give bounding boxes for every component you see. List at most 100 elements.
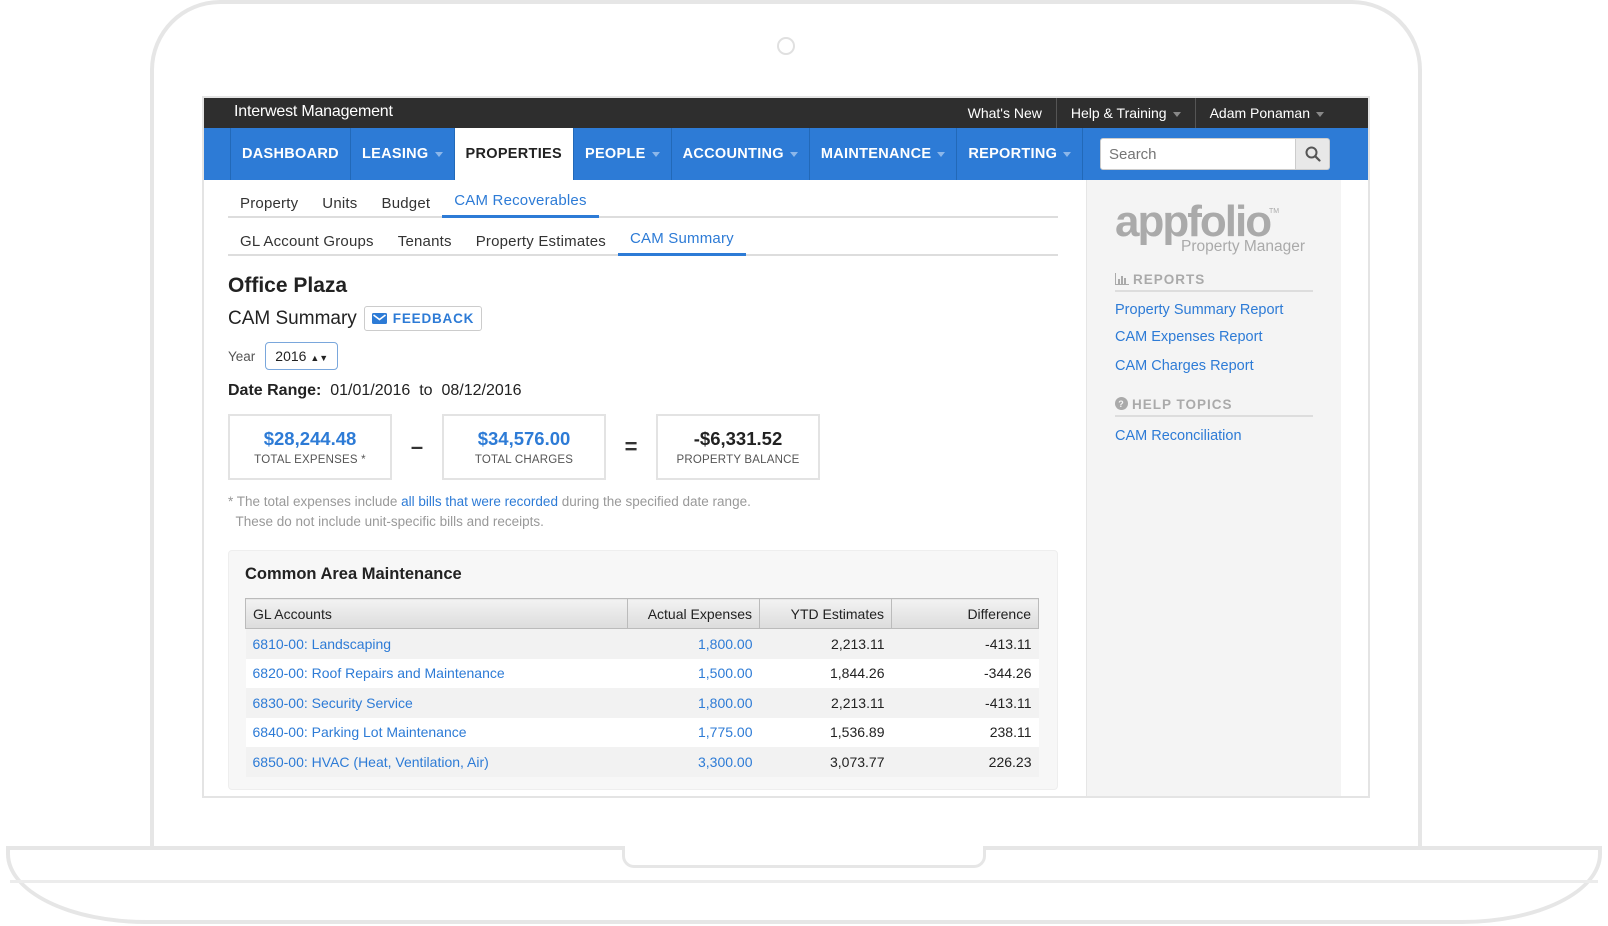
- laptop-base-edge: [10, 880, 1598, 883]
- actual-expenses-link[interactable]: 1,500.00: [698, 665, 753, 681]
- user-name: Adam Ponaman: [1209, 105, 1310, 121]
- secondary-tabs: GL Account Groups Tenants Property Estim…: [228, 218, 1058, 256]
- year-value: 2016: [275, 348, 307, 364]
- gl-account-link-cell: 6840-00: Parking Lot Maintenance: [245, 717, 628, 747]
- nav-properties[interactable]: PROPERTIES: [454, 128, 574, 180]
- ytd-estimate-cell: 2,213.11: [759, 688, 892, 718]
- nav-label: MAINTENANCE: [820, 146, 932, 162]
- date-to: 08/12/2016: [441, 382, 522, 399]
- actual-expenses-link[interactable]: 3,300.00: [698, 754, 753, 770]
- actual-expenses-link[interactable]: 1,775.00: [698, 724, 753, 740]
- tab-tenants[interactable]: Tenants: [386, 233, 464, 256]
- gl-account-link[interactable]: 6820-00: Roof Repairs and Maintenance: [253, 665, 505, 681]
- tab-budget[interactable]: Budget: [369, 195, 442, 218]
- nav-label: PEOPLE: [584, 146, 646, 162]
- tab-cam-summary[interactable]: CAM Summary: [618, 230, 746, 256]
- total-expenses-label: TOTAL EXPENSES *: [254, 454, 366, 466]
- actual-expenses-link[interactable]: 1,800.00: [698, 695, 753, 711]
- ytd-estimate-cell: 1,844.26: [759, 658, 892, 688]
- link-cam-charges-report[interactable]: CAM Charges Report: [1115, 358, 1254, 374]
- tab-gl-account-groups[interactable]: GL Account Groups: [228, 233, 386, 256]
- actual-expenses-link[interactable]: 1,800.00: [698, 636, 753, 652]
- whats-new-link[interactable]: What's New: [954, 98, 1056, 128]
- question-circle-icon: ?: [1115, 397, 1128, 410]
- link-cam-expenses-report[interactable]: CAM Expenses Report: [1115, 329, 1262, 345]
- ytd-estimate-cell: 2,213.11: [759, 628, 892, 659]
- actual-expenses-link-cell: 1,800.00: [627, 628, 760, 659]
- difference-cell: 238.11: [891, 717, 1039, 747]
- nav-accounting[interactable]: ACCOUNTING: [672, 128, 810, 180]
- chevron-down-icon: [937, 151, 946, 157]
- actual-expenses-link-cell: 1,775.00: [627, 717, 760, 747]
- company-name: Interwest Management: [234, 103, 393, 120]
- search-input[interactable]: [1100, 138, 1296, 170]
- date-range: Date Range: 01/01/2016 to 08/12/2016: [228, 382, 1058, 400]
- difference-cell: -413.11: [891, 628, 1039, 659]
- nav-label: DASHBOARD: [242, 146, 339, 162]
- nav-people[interactable]: PEOPLE: [574, 128, 672, 180]
- gl-account-link[interactable]: 6810-00: Landscaping: [253, 636, 392, 652]
- nav-leasing[interactable]: LEASING: [351, 128, 455, 180]
- sidebar: appfolio TM Property Manager REPORTS Pro…: [1086, 180, 1341, 796]
- link-cam-reconciliation[interactable]: CAM Reconciliation: [1115, 428, 1242, 444]
- main-nav: DASHBOARD LEASING PROPERTIES PEOPLE ACCO…: [204, 128, 1368, 180]
- property-balance-label: PROPERTY BALANCE: [676, 454, 800, 466]
- actual-expenses-link-cell: 1,500.00: [627, 658, 760, 688]
- table-row: 6850-00: HVAC (Heat, Ventilation, Air) 3,…: [245, 747, 1039, 777]
- tab-property-estimates[interactable]: Property Estimates: [464, 233, 618, 256]
- col-ytd-estimates[interactable]: YTD Estimates: [759, 598, 892, 629]
- col-difference[interactable]: Difference: [891, 598, 1039, 629]
- main-content: Property Units Budget CAM Recoverables G…: [228, 180, 1058, 796]
- difference-cell: 226.23: [891, 747, 1039, 777]
- envelope-icon: [371, 313, 387, 324]
- link-property-summary-report[interactable]: Property Summary Report: [1115, 302, 1283, 318]
- tab-units[interactable]: Units: [310, 195, 369, 218]
- chevron-down-icon: [434, 151, 443, 157]
- year-select[interactable]: 2016 ▲▼: [265, 342, 339, 370]
- tab-cam-recoverables[interactable]: CAM Recoverables: [442, 192, 599, 218]
- table-row: 6810-00: Landscaping 1,800.00 2,213.11 -413…: [245, 628, 1039, 659]
- recorded-bills-link[interactable]: all bills that were recorded: [401, 494, 558, 509]
- tab-property[interactable]: Property: [228, 195, 310, 218]
- gl-account-link-cell: 6820-00: Roof Repairs and Maintenance: [245, 658, 628, 688]
- search-icon: [1305, 146, 1321, 162]
- search-button[interactable]: [1296, 138, 1330, 170]
- col-gl-accounts[interactable]: GL Accounts: [245, 598, 628, 629]
- logo-tm: TM: [1269, 208, 1280, 215]
- logo-tagline: Property Manager: [1181, 238, 1306, 255]
- date-range-label: Date Range:: [228, 382, 322, 399]
- appfolio-logo: appfolio TM Property Manager: [1115, 200, 1305, 256]
- gl-account-link-cell: 6850-00: HVAC (Heat, Ventilation, Air): [245, 747, 628, 777]
- nav-label: REPORTING: [968, 146, 1058, 162]
- summary-cards: $28,244.48 TOTAL EXPENSES * – $34,576.00…: [228, 414, 1058, 480]
- nav-dashboard[interactable]: DASHBOARD: [231, 128, 351, 180]
- feedback-label: FEEDBACK: [392, 311, 475, 326]
- expenses-footnote: * The total expenses include all bills t…: [228, 492, 1058, 532]
- table-row: 6840-00: Parking Lot Maintenance 1,775.00…: [245, 717, 1039, 747]
- help-training-menu[interactable]: Help & Training: [1055, 98, 1195, 128]
- user-menu[interactable]: Adam Ponaman: [1194, 98, 1338, 128]
- reports-heading-label: REPORTS: [1133, 272, 1206, 287]
- help-topics-heading: ? HELP TOPICS: [1115, 397, 1313, 417]
- page-title: Office Plaza: [228, 274, 348, 297]
- col-actual-expenses[interactable]: Actual Expenses: [627, 598, 760, 629]
- nav-maintenance[interactable]: MAINTENANCE: [810, 128, 958, 180]
- chevron-down-icon: [1172, 111, 1181, 117]
- whats-new-label: What's New: [967, 105, 1042, 121]
- total-charges-value: $34,576.00: [477, 428, 571, 449]
- cam-table-title: Common Area Maintenance: [245, 565, 462, 583]
- nav-label: ACCOUNTING: [682, 146, 784, 162]
- chevron-down-icon: [651, 151, 660, 157]
- date-from: 01/01/2016: [330, 382, 411, 399]
- section-header: CAM Summary FEEDBACK: [228, 306, 1058, 331]
- gl-account-link[interactable]: 6830-00: Security Service: [253, 695, 413, 711]
- feedback-button[interactable]: FEEDBACK: [363, 306, 483, 331]
- chevron-down-icon: [789, 151, 798, 157]
- table-header-row: GL Accounts Actual Expenses YTD Estimate…: [245, 598, 1039, 629]
- actual-expenses-link-cell: 1,800.00: [627, 688, 760, 718]
- nav-reporting[interactable]: REPORTING: [957, 128, 1084, 180]
- footnote-line2: These do not include unit-specific bills…: [235, 514, 544, 529]
- primary-tabs: Property Units Budget CAM Recoverables: [228, 180, 1058, 218]
- gl-account-link[interactable]: 6840-00: Parking Lot Maintenance: [253, 724, 467, 740]
- gl-account-link[interactable]: 6850-00: HVAC (Heat, Ventilation, Air): [253, 754, 489, 770]
